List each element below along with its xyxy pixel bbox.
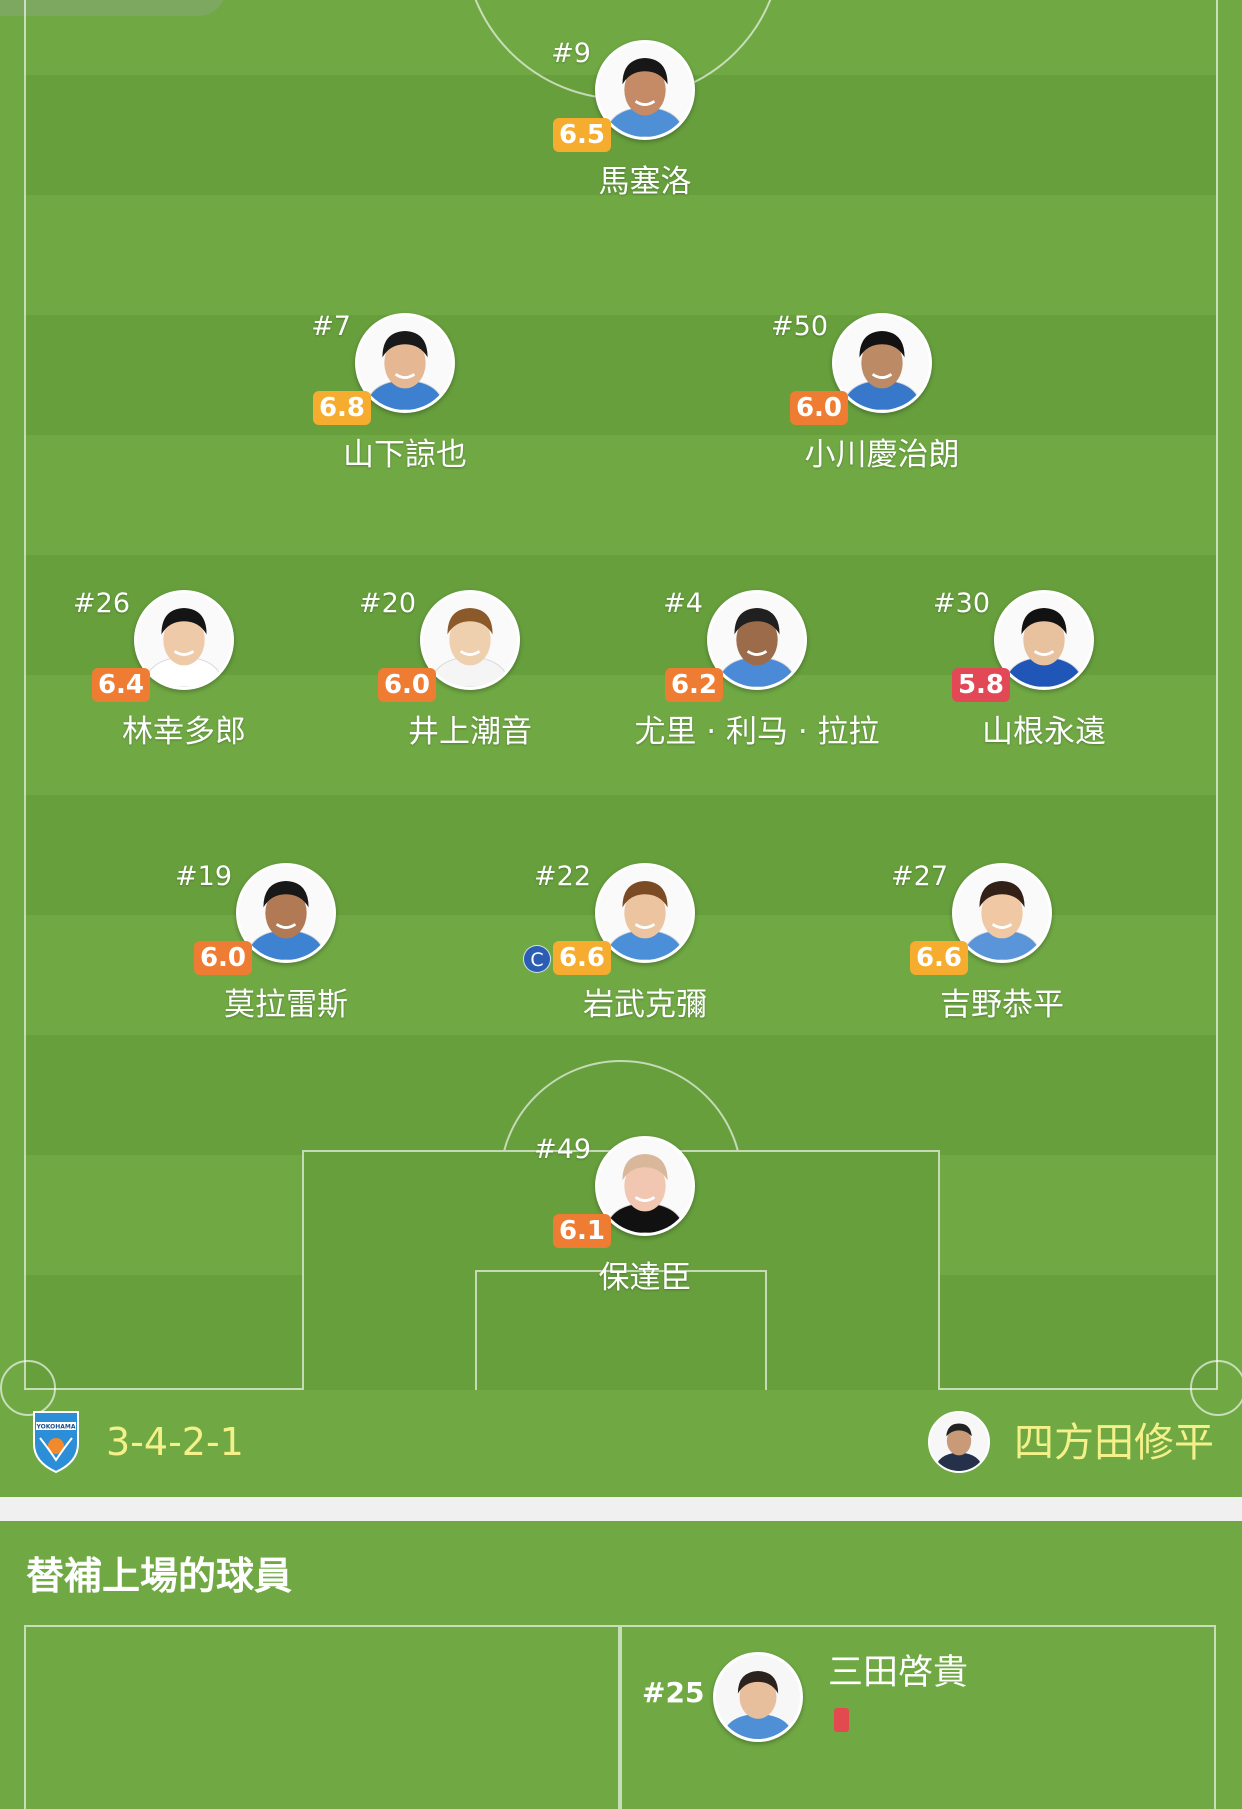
player-name[interactable]: 山下諒也 (255, 435, 555, 475)
captain-badge-icon: C (523, 945, 551, 973)
substitutes-empty-slot (24, 1625, 620, 1809)
section-divider (0, 1497, 1242, 1521)
player-name[interactable]: 馬塞洛 (495, 162, 795, 202)
player-rating-badge: 6.0 (790, 391, 848, 425)
player-rating-badge: 6.2 (665, 668, 723, 702)
player-card[interactable]: #26 6.4 林幸多郎 (34, 588, 334, 790)
svg-text:YOKOHAMA: YOKOHAMA (36, 1424, 76, 1431)
player-number: #20 (359, 588, 416, 619)
player-card[interactable]: #22 6.6 岩武克彌 C (495, 861, 795, 1063)
coach-avatar[interactable] (928, 1411, 990, 1473)
player-card[interactable]: #19 6.0 莫拉雷斯 (136, 861, 436, 1063)
player-card[interactable]: #49 6.1 保達臣 (495, 1134, 795, 1336)
player-name[interactable]: 莫拉雷斯 (136, 985, 436, 1025)
player-card[interactable]: #7 6.8 山下諒也 (255, 311, 555, 513)
player-name[interactable]: 保達臣 (495, 1258, 795, 1298)
substitute-number: #25 (642, 1676, 705, 1709)
player-rating-badge: 6.6 (910, 941, 968, 975)
player-rating-badge: 6.0 (378, 668, 436, 702)
player-rating-badge: 6.5 (553, 118, 611, 152)
player-card[interactable]: #27 6.6 吉野恭平 (852, 861, 1152, 1063)
player-name[interactable]: 岩武克彌 (495, 985, 795, 1025)
player-number: #7 (311, 311, 351, 342)
red-card-icon (834, 1708, 849, 1732)
player-number: #27 (891, 861, 948, 892)
player-card[interactable]: #20 6.0 井上潮音 (320, 588, 620, 790)
player-number: #49 (534, 1134, 591, 1165)
player-rating-badge: 6.6 (553, 941, 611, 975)
player-rating-badge: 6.1 (553, 1214, 611, 1248)
player-number: #22 (534, 861, 591, 892)
player-card[interactable]: #9 6.5 馬塞洛 (495, 38, 795, 240)
player-name[interactable]: 尤里 · 利马 · 拉拉 (607, 712, 907, 752)
player-card[interactable]: #50 6.0 小川慶治朗 (732, 311, 1032, 513)
player-card[interactable]: #4 6.2 尤里 · 利马 · 拉拉 (607, 588, 907, 790)
substitutes-section: 替補上場的球員 #25 三田啓貴 (0, 1521, 1242, 1809)
player-number: #19 (175, 861, 232, 892)
player-name[interactable]: 林幸多郎 (34, 712, 334, 752)
player-rating-badge: 6.8 (313, 391, 371, 425)
player-rating-badge: 6.0 (194, 941, 252, 975)
player-number: #30 (933, 588, 990, 619)
substitutes-title: 替補上場的球員 (26, 1554, 293, 1598)
player-name[interactable]: 吉野恭平 (852, 985, 1152, 1025)
corner-arc-right (1190, 1360, 1242, 1416)
player-number: #9 (551, 38, 591, 69)
player-number: #26 (73, 588, 130, 619)
team-logo-icon: YOKOHAMA (28, 1408, 84, 1474)
player-rating-badge: 5.8 (952, 668, 1010, 702)
player-name[interactable]: 小川慶治朗 (732, 435, 1032, 475)
formation-label: 3-4-2-1 (106, 1420, 244, 1464)
player-name[interactable]: 井上潮音 (320, 712, 620, 752)
coach-name[interactable]: 四方田修平 (1014, 1418, 1214, 1468)
substitute-avatar[interactable] (713, 1652, 803, 1742)
player-number: #4 (663, 588, 703, 619)
substitute-name[interactable]: 三田啓貴 (828, 1651, 968, 1695)
player-rating-badge: 6.4 (92, 668, 150, 702)
player-card[interactable]: #30 5.8 山根永遠 (894, 588, 1194, 790)
player-number: #50 (771, 311, 828, 342)
player-name[interactable]: 山根永遠 (894, 712, 1194, 752)
